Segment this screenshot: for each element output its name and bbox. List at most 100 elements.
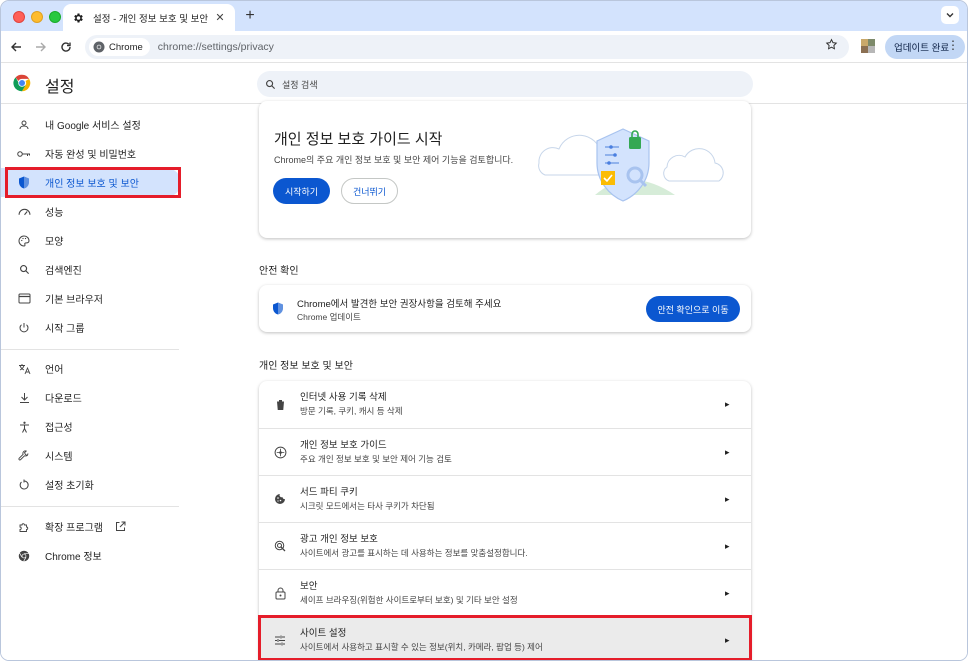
sidebar-item-label: 확장 프로그램 (45, 523, 103, 534)
third-party-cookies-row[interactable]: 서드 파티 쿠키시크릿 모드에서는 타사 쿠키가 차단됨 ▸ (259, 475, 751, 522)
sidebar-item-label: 시스템 (45, 452, 73, 463)
sidebar-item-on-startup[interactable]: 시작 그룹 (1, 313, 181, 342)
sidebar-divider (1, 349, 179, 350)
forward-button[interactable] (32, 38, 50, 56)
close-window-button[interactable] (13, 11, 25, 23)
open-external-icon (115, 521, 126, 532)
palette-icon (17, 234, 31, 248)
sidebar-item-search-engine[interactable]: 검색엔진 (1, 255, 181, 284)
page-title: 설정 (45, 79, 75, 96)
search-icon (266, 79, 276, 89)
site-info-chip[interactable]: Chrome (89, 38, 150, 56)
chevron-right-icon: ▸ (725, 587, 730, 598)
new-tab-button[interactable]: + (241, 7, 259, 25)
row-title: 인터넷 사용 기록 삭제 (300, 392, 387, 403)
skip-guide-button[interactable]: 건너뛰기 (341, 178, 398, 204)
sidebar-item-appearance[interactable]: 모양 (1, 226, 181, 255)
clear-browsing-data-row[interactable]: 인터넷 사용 기록 삭제 방문 기록, 쿠키, 캐시 등 삭제 ▸ (259, 381, 751, 428)
sidebar-item-downloads[interactable]: 다운로드 (1, 383, 181, 412)
sidebar-item-label: Chrome 정보 (45, 552, 102, 563)
row-title: 개인 정보 보호 가이드 (300, 439, 387, 451)
translate-icon (17, 362, 31, 376)
sidebar-item-label: 시작 그룹 (45, 324, 85, 335)
privacy-guide-row[interactable]: 개인 정보 보호 가이드주요 개인 정보 보호 및 보안 제어 기능 검토 ▸ (259, 428, 751, 475)
download-icon (17, 391, 31, 405)
sidebar-highlight-box (5, 167, 181, 198)
reload-icon (61, 42, 71, 52)
ad-privacy-icon (273, 539, 287, 553)
chevron-down-icon (946, 13, 954, 18)
tab-search-button[interactable] (941, 6, 959, 24)
minimize-window-button[interactable] (31, 11, 43, 23)
privacy-guide-illustration (538, 128, 724, 202)
sidebar-item-extensions[interactable]: 확장 프로그램 (1, 512, 181, 541)
more-menu-icon[interactable]: ⋮ (947, 38, 959, 52)
safety-title: Chrome에서 발견한 보안 권장사항을 검토해 주세요 (297, 299, 502, 310)
sidebar-item-label: 접근성 (45, 423, 73, 434)
back-button[interactable] (7, 38, 25, 56)
sidebar-item-label: 검색엔진 (45, 266, 82, 277)
row-subtitle: 시크릿 모드에서는 타사 쿠키가 차단됨 (300, 500, 435, 511)
sidebar-item-accessibility[interactable]: 접근성 (1, 412, 181, 441)
lock-icon (273, 586, 287, 600)
arrow-left-icon (11, 42, 21, 52)
close-tab-icon[interactable]: ✕ (213, 11, 227, 24)
sidebar-item-label: 기본 브라우저 (45, 295, 103, 306)
chevron-right-icon: ▸ (725, 493, 730, 504)
search-placeholder: 설정 검색 (282, 79, 318, 90)
row-title: 보안 (300, 580, 318, 592)
safety-subtitle: Chrome 업데이트 (297, 312, 361, 322)
browser-toolbar: Chrome chrome://settings/privacy 업데이트 완료… (1, 31, 967, 63)
sidebar-item-reset[interactable]: 설정 초기화 (1, 470, 181, 499)
browser-window: 설정 - 개인 정보 보호 및 보안 ✕ + Chrome chrome://s… (0, 0, 968, 661)
extension-icon[interactable] (861, 39, 875, 53)
guide-title: 개인 정보 보호 가이드 시작 (274, 131, 443, 148)
settings-header: 설정 설정 검색 (1, 64, 967, 104)
row-subtitle: 사이트에서 광고를 표시하는 데 사용하는 정보를 맞춤설정합니다. (300, 547, 528, 558)
sidebar-item-label: 설정 초기화 (45, 481, 94, 492)
reload-button[interactable] (57, 38, 75, 56)
search-icon (17, 263, 31, 277)
sidebar-item-default-browser[interactable]: 기본 브라우저 (1, 284, 181, 313)
safety-check-card: Chrome에서 발견한 보안 권장사항을 검토해 주세요 Chrome 업데이… (259, 285, 751, 332)
sidebar-item-label: 내 Google 서비스 설정 (45, 121, 141, 132)
guide-description: Chrome의 주요 개인 정보 보호 및 보안 제어 기능을 검토합니다. (274, 155, 514, 165)
sidebar-item-about-chrome[interactable]: Chrome 정보 (1, 541, 181, 570)
sidebar-item-languages[interactable]: 언어 (1, 354, 181, 383)
go-to-safety-check-button[interactable]: 안전 확인으로 이동 (646, 296, 740, 322)
bookmark-star-icon[interactable] (825, 38, 841, 56)
settings-search-input[interactable]: 설정 검색 (257, 71, 753, 97)
browser-icon (17, 292, 31, 306)
row-title: 서드 파티 쿠키 (300, 486, 358, 498)
arrow-right-icon (36, 42, 46, 52)
gear-icon (71, 11, 85, 25)
sidebar-item-google-services[interactable]: 내 Google 서비스 설정 (1, 110, 181, 139)
security-row[interactable]: 보안 세이프 브라우징(위험한 사이트로부터 보호) 및 기타 보안 설정 ▸ (259, 569, 751, 616)
power-icon (17, 321, 31, 335)
address-bar[interactable]: Chrome chrome://settings/privacy (85, 35, 849, 59)
chrome-logo-icon (13, 74, 31, 92)
person-icon (17, 118, 31, 132)
update-button[interactable]: 업데이트 완료 ⋮ (885, 35, 965, 59)
tab-settings[interactable]: 설정 - 개인 정보 보호 및 보안 ✕ (63, 4, 235, 31)
sidebar-item-performance[interactable]: 성능 (1, 197, 181, 226)
cookie-icon (273, 492, 287, 506)
chip-label: Chrome (109, 41, 143, 53)
sidebar-item-label: 모양 (45, 237, 64, 248)
sidebar-item-autofill[interactable]: 자동 완성 및 비밀번호 (1, 139, 181, 168)
tab-title: 설정 - 개인 정보 보호 및 보안 (93, 13, 209, 25)
puzzle-icon (17, 520, 31, 534)
ad-privacy-row[interactable]: 광고 개인 정보 보호 사이트에서 광고를 표시하는 데 사용하는 정보를 맞춤설… (259, 522, 751, 569)
tab-strip: 설정 - 개인 정보 보호 및 보안 ✕ + (1, 1, 967, 31)
chevron-right-icon: ▸ (725, 399, 730, 409)
row-subtitle: 주요 개인 정보 보호 및 보안 제어 기능 검토 (300, 453, 452, 464)
settings-content: 내 Google 서비스 설정 자동 완성 및 비밀번호 개인 정보 보호 및 … (1, 101, 967, 660)
site-settings-highlight-box (258, 615, 752, 660)
chrome-icon (17, 549, 31, 563)
chevron-right-icon: ▸ (725, 446, 730, 457)
key-icon (17, 147, 31, 161)
sidebar-item-system[interactable]: 시스템 (1, 441, 181, 470)
sidebar-item-label: 성능 (45, 208, 64, 219)
start-guide-button[interactable]: 시작하기 (273, 178, 330, 204)
maximize-window-button[interactable] (49, 11, 61, 23)
